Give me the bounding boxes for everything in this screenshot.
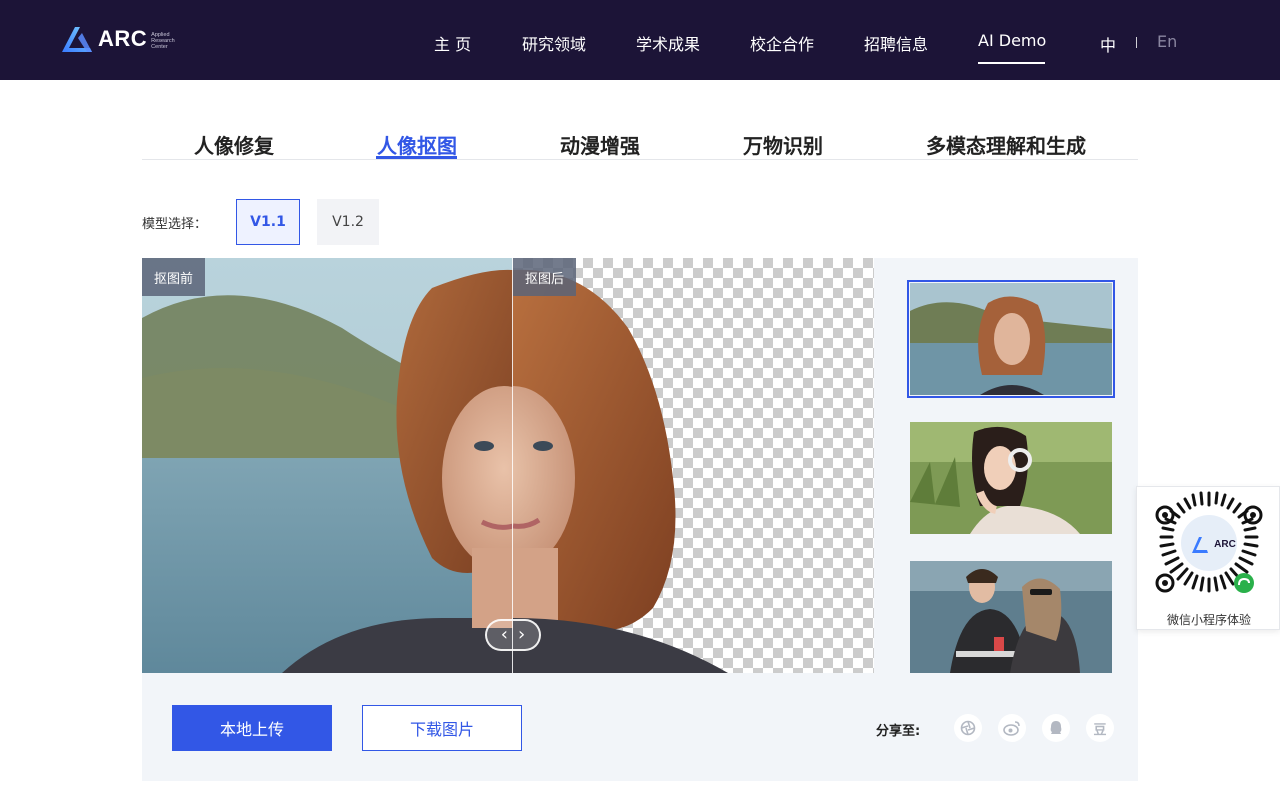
nav-ai-demo[interactable]: AI Demo bbox=[978, 31, 1046, 50]
wechat-moments-icon[interactable] bbox=[954, 714, 982, 742]
tab-portrait-matting[interactable]: 人像抠图 bbox=[377, 130, 457, 159]
sample-thumb-3[interactable] bbox=[910, 561, 1112, 673]
chevron-right-icon: › bbox=[518, 624, 526, 645]
tab-object-recognition[interactable]: 万物识别 bbox=[743, 130, 823, 159]
after-label: 抠图后 bbox=[513, 258, 577, 296]
after-image bbox=[513, 258, 874, 673]
top-header: ARC Applied Research Center 主 页 研究领域 学术成… bbox=[0, 0, 1280, 80]
logo-subtitle: Applied Research Center bbox=[151, 32, 175, 50]
nav-jobs[interactable]: 招聘信息 bbox=[864, 31, 928, 55]
qq-icon[interactable] bbox=[1042, 714, 1070, 742]
logo-text: ARC bbox=[98, 26, 148, 51]
tab-multimodal[interactable]: 多模态理解和生成 bbox=[926, 130, 1086, 159]
qr-caption: 微信小程序体验 bbox=[1166, 613, 1251, 627]
sample-thumb-1[interactable] bbox=[907, 280, 1115, 398]
before-image bbox=[142, 258, 513, 673]
sample-image bbox=[910, 283, 1112, 395]
download-button[interactable]: 下载图片 bbox=[362, 705, 522, 751]
nav-home[interactable]: 主 页 bbox=[434, 31, 471, 55]
sample-image bbox=[910, 422, 1112, 534]
lang-divider bbox=[1136, 37, 1137, 48]
nav-publications[interactable]: 学术成果 bbox=[636, 31, 700, 55]
before-label: 抠图前 bbox=[142, 258, 206, 296]
nav-research[interactable]: 研究领域 bbox=[522, 31, 586, 55]
share-label: 分享至: bbox=[876, 724, 921, 739]
douban-glyph: 豆 bbox=[1093, 722, 1107, 738]
lang-zh[interactable]: 中 bbox=[1100, 32, 1116, 56]
before-after-compare[interactable]: 抠图前 抠图后 ‹ › bbox=[142, 258, 874, 673]
model-v1-2-button[interactable]: V1.2 bbox=[317, 199, 379, 245]
chevron-left-icon: ‹ bbox=[500, 624, 508, 645]
tab-portrait-restore[interactable]: 人像修复 bbox=[194, 130, 274, 159]
model-v1-1-button[interactable]: V1.1 bbox=[236, 199, 300, 245]
arc-logo[interactable]: ARC Applied Research Center bbox=[60, 22, 175, 56]
logo-sub-line: Center bbox=[151, 44, 168, 50]
upload-button[interactable]: 本地上传 bbox=[172, 705, 332, 751]
sample-image bbox=[910, 561, 1112, 673]
qr-center-text: ARC bbox=[1214, 539, 1236, 550]
compare-divider bbox=[512, 258, 513, 673]
arc-logo-icon bbox=[62, 27, 92, 52]
douban-icon[interactable]: 豆 bbox=[1086, 714, 1114, 742]
compare-slider-handle[interactable]: ‹ › bbox=[485, 619, 541, 651]
sample-thumb-2[interactable] bbox=[910, 422, 1112, 534]
nav-cooperation[interactable]: 校企合作 bbox=[750, 31, 814, 55]
qr-code-icon: ARC bbox=[1155, 491, 1263, 593]
nav-active-indicator bbox=[978, 62, 1045, 64]
tab-active-indicator bbox=[376, 156, 457, 159]
lang-en[interactable]: En bbox=[1157, 32, 1177, 51]
mini-program-qr-card[interactable]: ARC 微信小程序体验 bbox=[1136, 486, 1280, 630]
weibo-icon[interactable] bbox=[998, 714, 1026, 742]
model-select-label: 模型选择： bbox=[142, 217, 208, 232]
demo-tabs: 人像修复 人像抠图 动漫增强 万物识别 多模态理解和生成 bbox=[142, 124, 1138, 160]
tab-anime-enhance[interactable]: 动漫增强 bbox=[560, 130, 640, 159]
